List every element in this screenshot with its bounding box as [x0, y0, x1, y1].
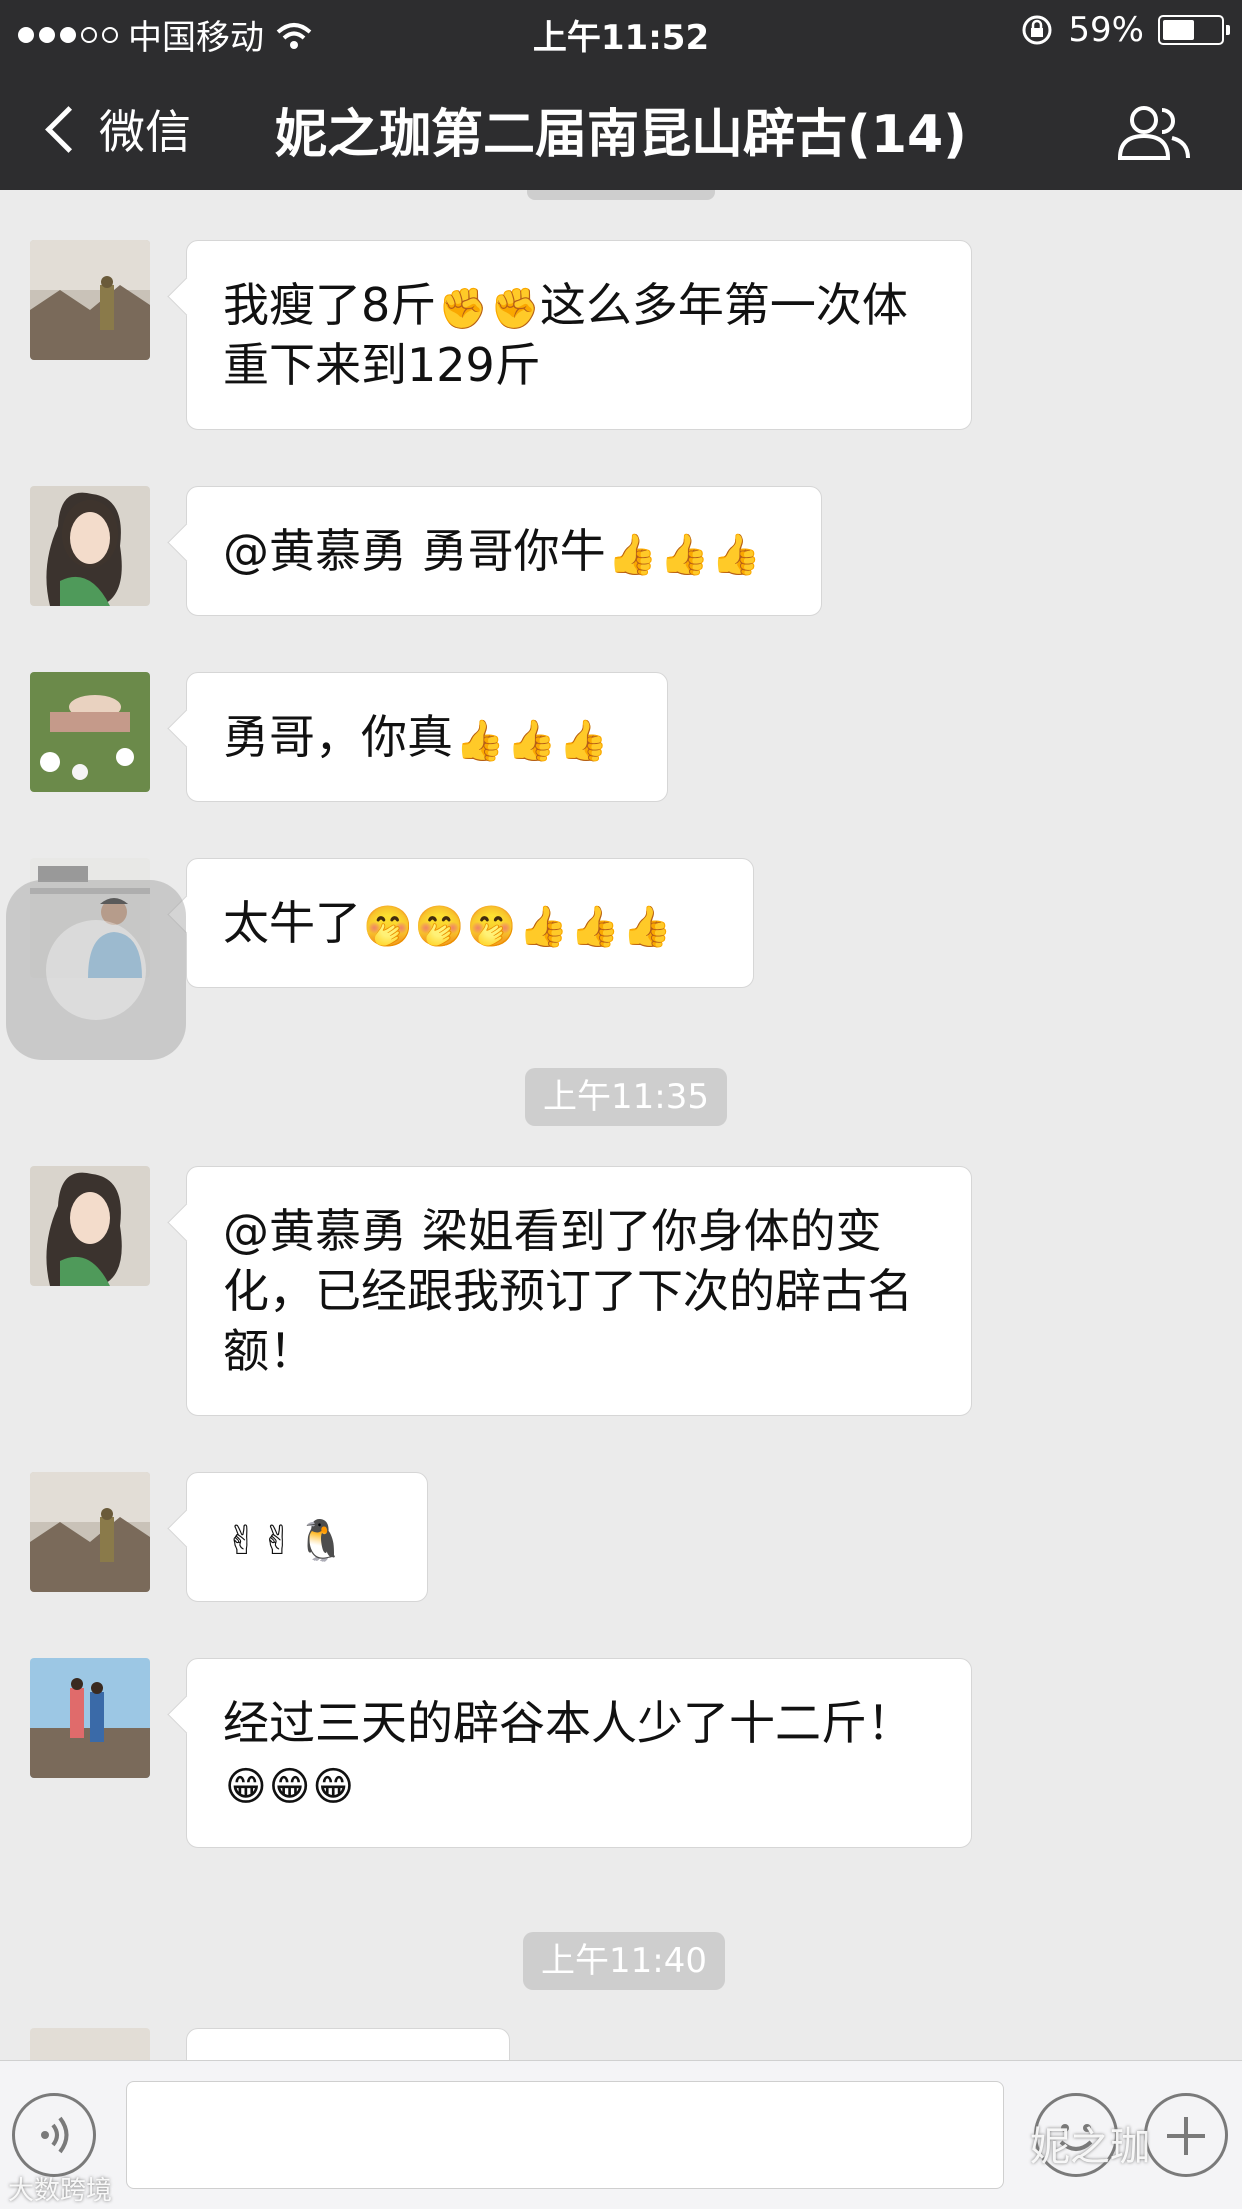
thumbs-up-emoji: 👍	[659, 531, 710, 578]
giggle-emoji: 🤭	[414, 903, 465, 950]
message-text: 我瘦了8斤	[223, 278, 437, 332]
assistive-touch-button[interactable]	[6, 880, 186, 1060]
message-bubble[interactable]: @黄慕勇 梁姐看到了你身体的变化，已经跟我预订了下次的辟古名额！	[186, 1166, 972, 1416]
grin-emoji: 😁	[268, 1763, 311, 1810]
thumbs-up-emoji: 👍	[622, 903, 672, 950]
thumbs-up-emoji: 👍	[506, 717, 557, 764]
thumbs-up-emoji: 👍	[558, 717, 609, 764]
avatar[interactable]	[30, 672, 150, 792]
message-text: @黄慕勇 梁姐看到了你身体的变化，已经跟我预订了下次的辟古名额！	[223, 1204, 913, 1378]
message-bubble[interactable]: ✌✌🐧	[186, 1472, 428, 1602]
status-bar: 中国移动 上午11:52 59%	[0, 0, 1242, 62]
thumbs-up-emoji: 👍	[711, 531, 762, 578]
thumbs-up-emoji: 👍	[607, 531, 658, 578]
message-bubble[interactable]: 经过三天的辟谷本人少了十二斤！ 😁😁😁	[186, 1658, 972, 1848]
chat-area[interactable]: 我瘦了8斤✊✊这么多年第一次体重下来到129斤 @黄慕勇 勇哥你牛👍👍👍 勇哥，…	[0, 190, 1242, 2060]
chat-title: 妮之珈第二届南昆山辟古(14)	[275, 105, 967, 165]
message-bubble[interactable]: 勇哥，你真👍👍👍	[186, 672, 668, 802]
battery-icon	[1158, 15, 1230, 45]
battery-percent: 59%	[1068, 10, 1144, 50]
chevron-left-icon	[45, 105, 92, 153]
back-label: 微信	[99, 105, 191, 159]
thumbs-up-emoji: 👍	[455, 717, 505, 764]
victory-hand-emoji: ✌	[260, 1517, 295, 1564]
nav-bar: 微信 妮之珈第二届南昆山辟古(14)	[0, 62, 1242, 190]
fist-emoji: ✊	[438, 285, 489, 332]
fist-emoji: ✊	[490, 285, 540, 332]
message-bubble[interactable]: @黄慕勇 勇哥你牛👍👍👍	[186, 486, 822, 616]
back-button[interactable]: 微信	[36, 96, 191, 162]
avatar[interactable]	[30, 1472, 150, 1592]
message-text: @黄慕勇 勇哥你牛	[223, 524, 606, 578]
message-bubble[interactable]: 我瘦了8斤✊✊这么多年第一次体重下来到129斤	[186, 240, 972, 430]
avatar[interactable]	[30, 1166, 150, 1286]
watermark-text: 大数跨境	[8, 2176, 113, 2206]
victory-hand-emoji: ✌	[225, 1517, 259, 1564]
avatar[interactable]	[30, 1658, 150, 1778]
timestamp: 上午11:40	[523, 1932, 725, 1990]
grin-emoji: 😁	[312, 1763, 355, 1810]
message-text: 经过三天的辟谷本人少了十二斤！	[223, 1696, 913, 1750]
giggle-emoji: 🤭	[363, 903, 413, 950]
avatar[interactable]	[30, 486, 150, 606]
avatar[interactable]	[30, 2028, 150, 2060]
watermark-text: 妮之珈	[1030, 2124, 1150, 2170]
penguin-emoji: 🐧	[296, 1517, 346, 1564]
message-bubble[interactable]	[186, 2028, 510, 2060]
group-members-icon[interactable]	[1116, 104, 1192, 160]
message-bubble[interactable]: 太牛了🤭🤭🤭👍👍👍	[186, 858, 754, 988]
voice-icon	[41, 2116, 69, 2154]
thumbs-up-emoji: 👍	[570, 903, 621, 950]
thumbs-up-emoji: 👍	[518, 903, 569, 950]
timestamp-partial	[527, 190, 715, 200]
grin-emoji: 😁	[225, 1763, 267, 1810]
avatar[interactable]	[30, 240, 150, 360]
message-input[interactable]	[126, 2081, 1004, 2189]
status-right: 59%	[1020, 10, 1230, 50]
more-options-button[interactable]	[1144, 2093, 1228, 2177]
voice-input-button[interactable]	[12, 2093, 96, 2177]
orientation-lock-icon	[1022, 15, 1052, 45]
message-text: 太牛了	[223, 896, 361, 950]
timestamp: 上午11:35	[525, 1068, 727, 1126]
message-text: 勇哥，你真	[223, 710, 453, 764]
giggle-emoji: 🤭	[466, 903, 517, 950]
